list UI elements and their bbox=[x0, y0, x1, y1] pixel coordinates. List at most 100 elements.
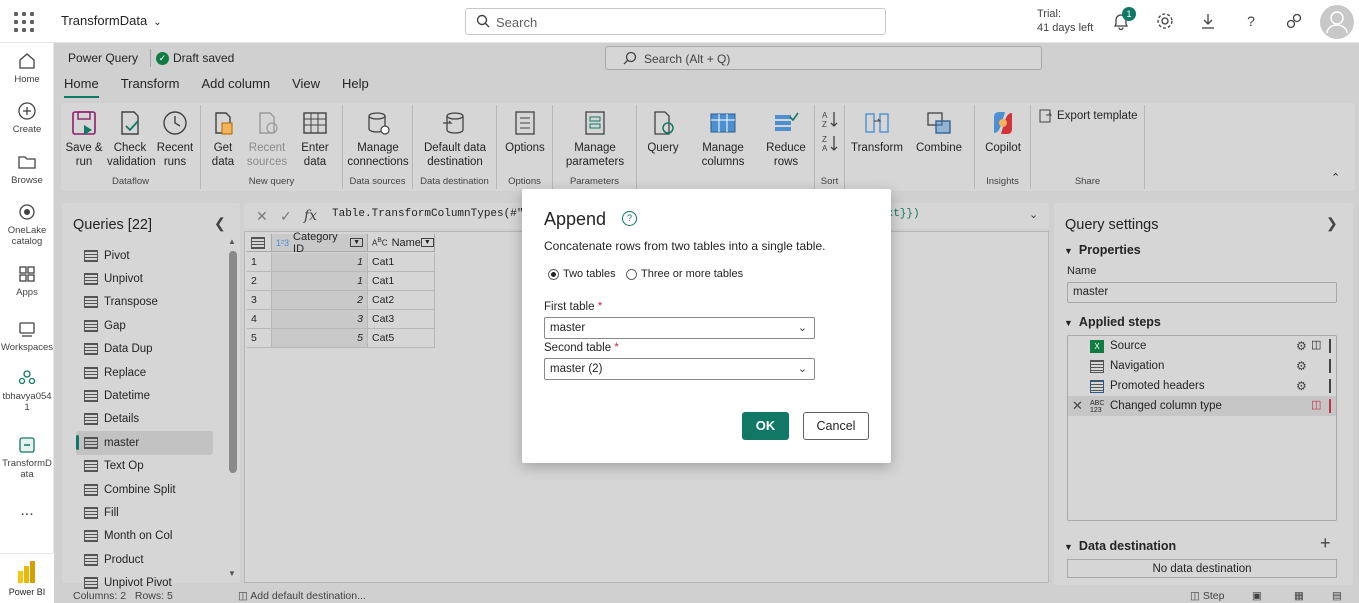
tab-add-column[interactable]: Add column bbox=[201, 76, 270, 98]
query-item[interactable]: Text Op bbox=[76, 455, 213, 478]
radio-three-or-more-tables[interactable]: Three or more tables bbox=[626, 268, 743, 280]
query-item[interactable]: Details bbox=[76, 408, 213, 431]
pq-search-input[interactable]: Search (Alt + Q) bbox=[605, 46, 1042, 70]
sort-descending-button[interactable]: ZA bbox=[818, 133, 842, 157]
nav-transformdata[interactable]: TransformData bbox=[0, 435, 54, 480]
query-button[interactable]: Query bbox=[641, 109, 685, 155]
table-cell[interactable]: Cat5 bbox=[368, 329, 435, 348]
cancel-button[interactable]: Cancel bbox=[803, 412, 869, 440]
radio-two-tables[interactable]: Two tables bbox=[548, 268, 616, 280]
gear-icon[interactable]: ⚙ bbox=[1296, 379, 1307, 393]
column-filter-icon[interactable]: ▼ bbox=[420, 238, 434, 247]
delete-step-icon[interactable]: ✕ bbox=[1072, 398, 1083, 414]
query-item[interactable]: Pivot bbox=[76, 244, 213, 267]
recent-runs-button[interactable]: Recent runs bbox=[155, 109, 195, 169]
table-cell[interactable]: 3 bbox=[272, 310, 368, 329]
query-item[interactable]: Datetime bbox=[76, 384, 213, 407]
export-template-button[interactable]: Export template bbox=[1039, 109, 1138, 123]
powerbi-switcher[interactable]: Power BI bbox=[0, 553, 54, 603]
diagram-view-icon[interactable]: ▣ bbox=[1252, 590, 1262, 602]
grid-corner-table-icon[interactable] bbox=[247, 234, 272, 252]
copilot-button[interactable]: Copilot bbox=[979, 109, 1027, 155]
manage-connections-button[interactable]: Manage connections bbox=[345, 109, 411, 169]
check-validation-button[interactable]: Check validation bbox=[107, 109, 156, 169]
commit-formula-icon[interactable]: ✓ bbox=[280, 208, 292, 225]
table-cell[interactable]: 1 bbox=[272, 253, 368, 272]
gear-icon[interactable]: ⚙ bbox=[1296, 359, 1307, 373]
cancel-formula-icon[interactable]: ✕ bbox=[256, 208, 268, 225]
table-view-icon[interactable]: ▦ bbox=[1294, 590, 1304, 602]
manage-parameters-button[interactable]: Manage parameters bbox=[557, 109, 633, 169]
nav-workspace-tbhavya[interactable]: tbhavya0541 bbox=[0, 368, 54, 413]
nav-more[interactable]: ... bbox=[0, 503, 54, 519]
avatar[interactable] bbox=[1320, 5, 1354, 39]
recent-sources-button[interactable]: Recent sources bbox=[243, 109, 291, 169]
tab-transform[interactable]: Transform bbox=[121, 76, 180, 98]
step-source[interactable]: X Source ⚙ ◫ bbox=[1068, 336, 1336, 356]
get-data-button[interactable]: Get data bbox=[205, 109, 241, 169]
add-destination-icon[interactable]: + bbox=[1320, 533, 1331, 554]
formula-text[interactable]: Table.TransformColumnTypes(#"Pr bbox=[332, 208, 537, 220]
global-search-input[interactable]: Search bbox=[465, 8, 886, 35]
query-item[interactable]: Combine Split bbox=[76, 478, 213, 501]
gear-icon[interactable]: ⚙ bbox=[1296, 339, 1307, 353]
add-destination-status[interactable]: ◫ Add default destination... bbox=[238, 590, 366, 602]
combine-button[interactable]: Combine bbox=[911, 109, 967, 155]
query-item[interactable]: Month on Col bbox=[76, 525, 213, 548]
query-item[interactable]: Replace bbox=[76, 361, 213, 384]
manage-columns-button[interactable]: Manage columns bbox=[691, 109, 755, 169]
scroll-up-icon[interactable]: ▲ bbox=[228, 237, 236, 246]
query-item[interactable]: Data Dup bbox=[76, 338, 213, 361]
step-view-toggle[interactable]: ◫ Step bbox=[1190, 590, 1224, 602]
nav-apps[interactable]: Apps bbox=[0, 264, 54, 298]
query-item[interactable]: Unpivot bbox=[76, 267, 213, 290]
enter-data-button[interactable]: Enter data bbox=[295, 109, 335, 169]
ok-button[interactable]: OK bbox=[742, 412, 789, 440]
table-cell[interactable]: Cat2 bbox=[368, 291, 435, 310]
share-feedback-icon[interactable] bbox=[1284, 11, 1304, 31]
collapse-ribbon-icon[interactable]: ⌃ bbox=[1331, 171, 1340, 184]
help-icon[interactable]: ? bbox=[622, 211, 637, 226]
gear-icon[interactable] bbox=[1155, 11, 1175, 31]
default-data-destination-button[interactable]: Default data destination bbox=[417, 109, 493, 169]
tab-view[interactable]: View bbox=[292, 76, 320, 98]
schema-view-icon[interactable]: ▤ bbox=[1332, 590, 1342, 602]
table-cell[interactable]: Cat3 bbox=[368, 310, 435, 329]
table-cell[interactable]: 2 bbox=[272, 291, 368, 310]
properties-header[interactable]: ▼ Properties bbox=[1064, 243, 1141, 257]
step-promoted-headers[interactable]: Promoted headers ⚙ bbox=[1068, 376, 1336, 396]
column-filter-icon[interactable]: ▼ bbox=[350, 238, 363, 247]
step-changed-column-type[interactable]: ✕ ABC 123 Changed column type ◫ bbox=[1068, 396, 1336, 416]
save-and-run-button[interactable]: Save & run bbox=[65, 109, 103, 169]
nav-workspaces[interactable]: Workspaces bbox=[0, 319, 54, 353]
applied-steps-header[interactable]: ▼ Applied steps bbox=[1064, 315, 1161, 329]
trial-status[interactable]: Trial: 41 days left bbox=[1037, 7, 1093, 35]
options-button[interactable]: Options bbox=[501, 109, 549, 155]
column-header-name[interactable]: ABC Name ▼ bbox=[368, 234, 435, 252]
help-icon[interactable]: ? bbox=[1241, 11, 1261, 31]
query-name-input[interactable]: master bbox=[1067, 282, 1337, 303]
sort-ascending-button[interactable]: AZ bbox=[818, 109, 842, 133]
data-destination-header[interactable]: ▼ Data destination bbox=[1064, 539, 1176, 553]
transform-button[interactable]: Transform bbox=[849, 109, 905, 155]
nav-onelake-catalog[interactable]: OneLake catalog bbox=[0, 202, 54, 247]
app-launcher-icon[interactable] bbox=[14, 12, 34, 32]
collapse-queries-icon[interactable]: ❮ bbox=[214, 215, 226, 232]
column-header-category-id[interactable]: 1²3 Category ID ▼ bbox=[272, 231, 368, 255]
table-cell[interactable]: Cat1 bbox=[368, 272, 435, 291]
nav-home[interactable]: Home bbox=[0, 51, 54, 85]
nav-browse[interactable]: Browse bbox=[0, 152, 54, 186]
table-cell[interactable]: 1 bbox=[272, 272, 368, 291]
query-item[interactable]: master bbox=[76, 431, 213, 455]
table-cell[interactable]: 5 bbox=[272, 329, 368, 348]
step-navigation[interactable]: Navigation ⚙ bbox=[1068, 356, 1336, 376]
query-item[interactable]: Fill bbox=[76, 501, 213, 524]
scroll-down-icon[interactable]: ▼ bbox=[228, 569, 236, 578]
expand-formula-icon[interactable]: ⌄ bbox=[1029, 208, 1038, 221]
table-cell[interactable]: Cat1 bbox=[368, 253, 435, 272]
tab-help[interactable]: Help bbox=[342, 76, 369, 98]
queries-scrollbar[interactable] bbox=[229, 251, 237, 473]
query-item[interactable]: Product bbox=[76, 548, 213, 571]
first-table-select[interactable]: master ⌄ bbox=[544, 317, 815, 339]
query-item[interactable]: Gap bbox=[76, 314, 213, 337]
